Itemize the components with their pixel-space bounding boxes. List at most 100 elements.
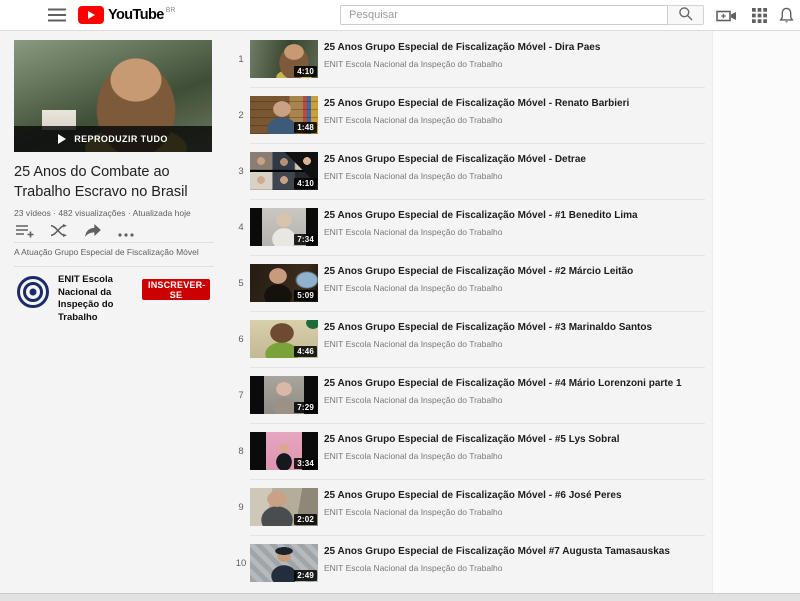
video-title[interactable]: 25 Anos Grupo Especial de Fiscalização M…: [324, 322, 704, 333]
video-row-1[interactable]: 1 4:10 25 Anos Grupo Especial de Fiscali…: [234, 40, 705, 84]
video-thumbnail[interactable]: 5:09: [250, 264, 318, 302]
video-thumbnail[interactable]: 7:34: [250, 208, 318, 246]
playlist-title: 25 Anos do Combate ao Trabalho Escravo n…: [14, 164, 188, 200]
save-playlist-icon[interactable]: [16, 224, 36, 238]
channel-logo-icon[interactable]: [16, 275, 50, 309]
duration-badge: 1:48: [294, 122, 317, 133]
menu-icon[interactable]: [48, 8, 66, 22]
channel-row: ENIT Escola Nacional da Inspeção do Trab…: [14, 273, 214, 323]
video-index: 9: [238, 502, 244, 513]
row-divider: [250, 479, 705, 480]
video-channel[interactable]: ENIT Escola Nacional da Inspeção do Trab…: [324, 115, 704, 125]
video-channel[interactable]: ENIT Escola Nacional da Inspeção do Trab…: [324, 227, 704, 237]
duration-badge: 4:10: [294, 178, 317, 189]
video-title[interactable]: 25 Anos Grupo Especial de Fiscalização M…: [324, 98, 704, 109]
playlist-stats: 23 vídeos · 482 visualizações · Atualiza…: [14, 208, 191, 218]
video-channel[interactable]: ENIT Escola Nacional da Inspeção do Trab…: [324, 283, 704, 293]
video-title[interactable]: 25 Anos Grupo Especial de Fiscalização M…: [324, 154, 704, 165]
country-badge: BR: [165, 6, 176, 14]
playlist-thumbnail[interactable]: REPRODUZIR TUDO: [14, 40, 212, 152]
duration-badge: 3:34: [294, 458, 317, 469]
top-bar: YouTube BR: [0, 0, 800, 31]
video-thumbnail[interactable]: 1:48: [250, 96, 318, 134]
video-thumbnail[interactable]: 3:34: [250, 432, 318, 470]
video-title[interactable]: 25 Anos Grupo Especial de Fiscalização M…: [324, 266, 704, 277]
row-divider: [250, 535, 705, 536]
play-all-button[interactable]: REPRODUZIR TUDO: [14, 126, 212, 152]
play-icon: [58, 134, 67, 144]
duration-badge: 7:29: [294, 402, 317, 413]
shuffle-icon[interactable]: [50, 224, 70, 238]
video-title[interactable]: 25 Anos Grupo Especial de Fiscalização M…: [324, 546, 704, 557]
video-index: 1: [238, 54, 244, 65]
video-index: 5: [238, 278, 244, 289]
subscribe-button[interactable]: INSCREVER-SE: [142, 279, 210, 300]
video-row-6[interactable]: 6 4:46 25 Anos Grupo Especial de Fiscali…: [234, 311, 705, 364]
video-index: 3: [238, 166, 244, 177]
row-divider: [250, 311, 705, 312]
notifications-icon[interactable]: [775, 7, 797, 24]
search-icon: [678, 6, 693, 24]
video-row-5[interactable]: 5 5:09 25 Anos Grupo Especial de Fiscali…: [234, 255, 705, 308]
row-divider: [250, 199, 705, 200]
duration-badge: 4:10: [294, 66, 317, 77]
video-title[interactable]: 25 Anos Grupo Especial de Fiscalização M…: [324, 434, 704, 445]
row-divider: [250, 87, 705, 88]
more-actions-icon[interactable]: [118, 224, 138, 238]
share-icon[interactable]: [84, 224, 104, 238]
row-divider: [250, 367, 705, 368]
duration-badge: 5:09: [294, 290, 317, 301]
channel-name[interactable]: ENIT Escola Nacional da Inspeção do Trab…: [58, 274, 150, 324]
video-thumbnail[interactable]: 4:10: [250, 40, 318, 78]
video-index: 7: [238, 390, 244, 401]
video-index: 8: [238, 446, 244, 457]
video-title[interactable]: 25 Anos Grupo Especial de Fiscalização M…: [324, 210, 704, 221]
search-bar: [340, 5, 704, 25]
video-channel[interactable]: ENIT Escola Nacional da Inspeção do Trab…: [324, 339, 704, 349]
search-button[interactable]: [668, 5, 704, 25]
video-row-9[interactable]: 9 2:02 25 Anos Grupo Especial de Fiscali…: [234, 479, 705, 532]
video-thumbnail[interactable]: 4:10: [250, 152, 318, 190]
video-thumbnail[interactable]: 2:49: [250, 544, 318, 582]
video-row-2[interactable]: 2 1:48 25 Anos Grupo Especial de Fiscali…: [234, 87, 705, 140]
video-thumbnail[interactable]: 2:02: [250, 488, 318, 526]
youtube-logo-text: YouTube: [108, 7, 164, 23]
video-index: 2: [238, 110, 244, 121]
video-thumbnail[interactable]: 4:46: [250, 320, 318, 358]
video-title[interactable]: 25 Anos Grupo Especial de Fiscalização M…: [324, 42, 704, 53]
video-channel[interactable]: ENIT Escola Nacional da Inspeção do Trab…: [324, 59, 704, 69]
duration-badge: 2:49: [294, 570, 317, 581]
youtube-logo[interactable]: YouTube BR: [78, 5, 175, 25]
video-row-8[interactable]: 8 3:34 25 Anos Grupo Especial de Fiscali…: [234, 423, 705, 476]
video-thumbnail[interactable]: 7:29: [250, 376, 318, 414]
row-divider: [250, 423, 705, 424]
right-margin: [712, 30, 800, 593]
duration-badge: 4:46: [294, 346, 317, 357]
video-title[interactable]: 25 Anos Grupo Especial de Fiscalização M…: [324, 378, 704, 389]
divider: [14, 242, 214, 243]
video-index: 6: [238, 334, 244, 345]
video-row-10[interactable]: 10 2:49 25 Anos Grupo Especial de Fiscal…: [234, 535, 705, 588]
video-row-3[interactable]: 3 4:10 25 Anos Grupo Especial de Fiscali…: [234, 143, 705, 196]
play-all-label: REPRODUZIR TUDO: [74, 134, 168, 144]
apps-icon[interactable]: [748, 7, 770, 24]
duration-badge: 2:02: [294, 514, 317, 525]
video-channel[interactable]: ENIT Escola Nacional da Inspeção do Trab…: [324, 507, 704, 517]
video-channel[interactable]: ENIT Escola Nacional da Inspeção do Trab…: [324, 171, 704, 181]
row-divider: [250, 143, 705, 144]
video-index: 4: [238, 222, 244, 233]
playlist-description: A Atuação Grupo Especial de Fiscalização…: [14, 247, 199, 257]
playlist-actions: [14, 222, 214, 240]
search-input[interactable]: [340, 5, 668, 25]
video-index: 10: [235, 558, 247, 569]
youtube-logo-icon: [78, 6, 104, 24]
video-row-7[interactable]: 7 7:29 25 Anos Grupo Especial de Fiscali…: [234, 367, 705, 420]
video-channel[interactable]: ENIT Escola Nacional da Inspeção do Trab…: [324, 451, 704, 461]
video-row-4[interactable]: 4 7:34 25 Anos Grupo Especial de Fiscali…: [234, 199, 705, 252]
duration-badge: 7:34: [294, 234, 317, 245]
row-divider: [250, 255, 705, 256]
video-channel[interactable]: ENIT Escola Nacional da Inspeção do Trab…: [324, 563, 704, 573]
create-video-icon[interactable]: [716, 7, 738, 24]
video-title[interactable]: 25 Anos Grupo Especial de Fiscalização M…: [324, 490, 704, 501]
video-channel[interactable]: ENIT Escola Nacional da Inspeção do Trab…: [324, 395, 704, 405]
